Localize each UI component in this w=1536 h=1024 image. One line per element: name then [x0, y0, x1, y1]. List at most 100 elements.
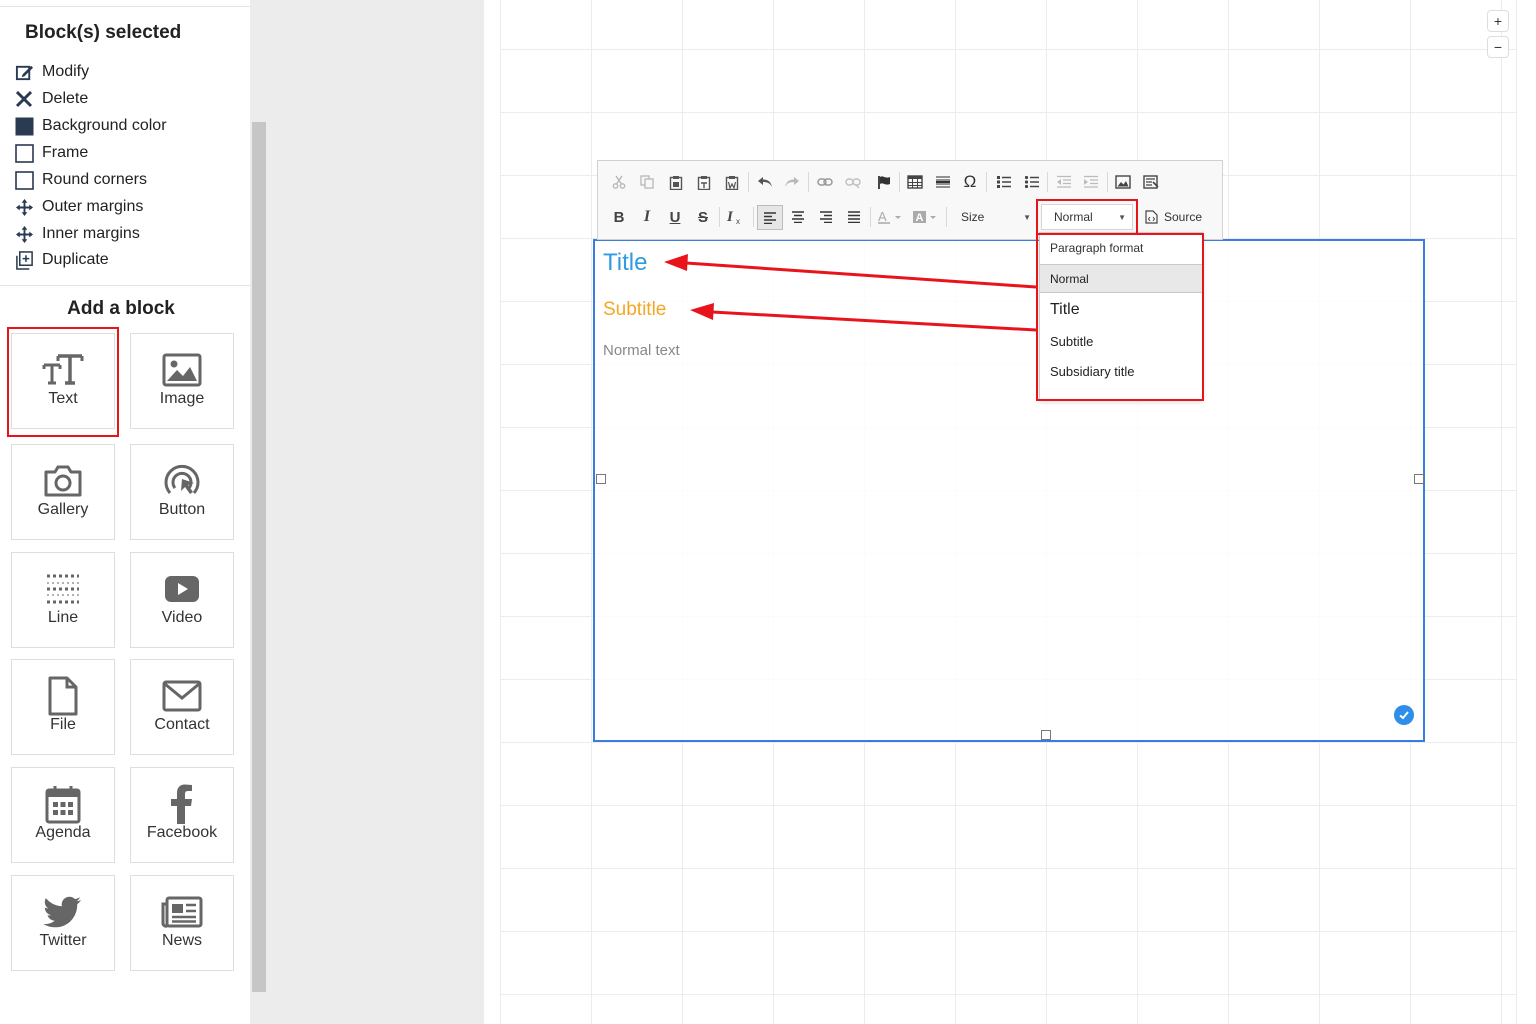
- redo-icon[interactable]: [781, 171, 803, 193]
- align-left-icon[interactable]: [757, 205, 783, 230]
- move-arrows-icon: [14, 197, 34, 217]
- template-icon[interactable]: [1140, 171, 1162, 193]
- bullet-list-icon[interactable]: [1021, 171, 1043, 193]
- paste-icon[interactable]: [665, 171, 687, 193]
- add-line-block[interactable]: Line: [11, 552, 115, 648]
- duplicate-label: Duplicate: [42, 251, 109, 268]
- toolbar-separator: [1047, 172, 1048, 192]
- image-icon: [162, 350, 202, 390]
- button-tile-label: Button: [158, 501, 206, 518]
- inner-margins-action[interactable]: Inner margins: [14, 221, 140, 247]
- toolbar-separator: [899, 172, 900, 192]
- strikethrough-button[interactable]: S: [692, 206, 714, 228]
- add-image-block[interactable]: Image: [130, 333, 234, 429]
- unlink-icon[interactable]: [842, 171, 864, 193]
- filled-square-icon: [14, 116, 34, 136]
- size-label: Size: [961, 210, 985, 224]
- calendar-icon: [45, 784, 81, 824]
- add-file-block[interactable]: File: [11, 659, 115, 755]
- video-tile-label: Video: [161, 609, 203, 626]
- horizontal-rule-icon[interactable]: [932, 171, 954, 193]
- resize-handle-right[interactable]: [1414, 474, 1424, 484]
- sidebar-scrollbar[interactable]: [252, 122, 266, 992]
- background-color-label: Background color: [42, 117, 167, 134]
- menu-item-subsidiary-title[interactable]: Subsidiary title: [1040, 364, 1202, 379]
- edit-icon: [14, 62, 34, 82]
- zoom-in-button[interactable]: +: [1487, 10, 1509, 32]
- divider: [0, 285, 250, 286]
- toolbar-separator: [808, 172, 809, 192]
- menu-item-subtitle[interactable]: Subtitle: [1040, 334, 1202, 349]
- source-button[interactable]: Source: [1145, 204, 1213, 230]
- paste-text-icon[interactable]: [693, 171, 715, 193]
- text-color-icon[interactable]: A: [876, 206, 906, 228]
- add-block-title: Add a block: [67, 298, 175, 319]
- justify-icon[interactable]: [843, 206, 865, 228]
- anchor-flag-icon[interactable]: [873, 171, 895, 193]
- title-text[interactable]: Title: [603, 249, 647, 277]
- align-center-icon[interactable]: [787, 206, 809, 228]
- special-char-icon[interactable]: Ω: [959, 171, 981, 193]
- contact-tile-label: Contact: [154, 716, 210, 733]
- modify-action[interactable]: Modify: [14, 59, 89, 85]
- round-corners-action[interactable]: Round corners: [14, 167, 147, 193]
- outer-margins-action[interactable]: Outer margins: [14, 194, 143, 220]
- validate-icon[interactable]: [1394, 705, 1414, 725]
- add-button-block[interactable]: Button: [130, 444, 234, 540]
- resize-handle-left[interactable]: [596, 474, 606, 484]
- indent-icon[interactable]: [1080, 171, 1102, 193]
- menu-item-title[interactable]: Title: [1040, 301, 1202, 319]
- frame-action[interactable]: Frame: [14, 140, 88, 166]
- add-contact-block[interactable]: Contact: [130, 659, 234, 755]
- bold-button[interactable]: B: [608, 206, 630, 228]
- file-tile-label: File: [50, 716, 76, 733]
- delete-action[interactable]: Delete: [14, 86, 88, 112]
- remove-format-icon[interactable]: Ix: [724, 206, 746, 228]
- canvas-margin: [484, 0, 500, 1024]
- copy-icon[interactable]: [636, 171, 658, 193]
- add-facebook-block[interactable]: Facebook: [130, 767, 234, 863]
- align-right-icon[interactable]: [815, 206, 837, 228]
- add-agenda-block[interactable]: Agenda: [11, 767, 115, 863]
- insert-image-icon[interactable]: [1112, 171, 1134, 193]
- frame-label: Frame: [42, 144, 89, 161]
- sidebar-gutter: [250, 0, 484, 1024]
- editor-toolbar: Ω B I U S Ix A A Size ▼ Normal ▼ Source: [597, 160, 1223, 240]
- outdent-icon[interactable]: [1053, 171, 1075, 193]
- text-block[interactable]: Title Subtitle Normal text: [593, 239, 1425, 742]
- link-icon[interactable]: [814, 171, 836, 193]
- paragraph-format-dropdown[interactable]: Normal ▼: [1041, 204, 1133, 230]
- size-dropdown[interactable]: Size ▼: [953, 204, 1035, 230]
- image-tile-label: Image: [159, 390, 205, 407]
- undo-icon[interactable]: [754, 171, 776, 193]
- table-icon[interactable]: [904, 171, 926, 193]
- cut-icon[interactable]: [608, 171, 630, 193]
- agenda-tile-label: Agenda: [35, 824, 91, 841]
- resize-handle-bottom[interactable]: [1041, 730, 1051, 740]
- normal-text[interactable]: Normal text: [603, 342, 680, 359]
- italic-button[interactable]: I: [636, 206, 658, 228]
- background-color-action[interactable]: Background color: [14, 113, 167, 139]
- background-color-icon[interactable]: A: [911, 206, 941, 228]
- underline-button[interactable]: U: [664, 206, 686, 228]
- menu-item-normal[interactable]: Normal: [1040, 264, 1202, 293]
- add-news-block[interactable]: News: [130, 875, 234, 971]
- facebook-tile-label: Facebook: [146, 824, 218, 841]
- svg-text:I: I: [726, 209, 734, 225]
- empty-square-icon: [14, 143, 34, 163]
- add-video-block[interactable]: Video: [130, 552, 234, 648]
- outer-margins-label: Outer margins: [42, 198, 144, 215]
- toolbar-separator: [946, 207, 947, 227]
- add-text-block[interactable]: Text: [11, 333, 115, 429]
- numbered-list-icon[interactable]: [993, 171, 1015, 193]
- line-tile-label: Line: [47, 609, 79, 626]
- add-twitter-block[interactable]: Twitter: [11, 875, 115, 971]
- zoom-out-button[interactable]: −: [1487, 36, 1509, 58]
- facebook-icon: [170, 784, 194, 824]
- camera-icon: [43, 461, 83, 501]
- subtitle-text[interactable]: Subtitle: [603, 299, 666, 321]
- paste-word-icon[interactable]: [721, 171, 743, 193]
- add-gallery-block[interactable]: Gallery: [11, 444, 115, 540]
- selected-panel-title: Block(s) selected: [25, 22, 182, 43]
- duplicate-action[interactable]: Duplicate: [14, 247, 109, 273]
